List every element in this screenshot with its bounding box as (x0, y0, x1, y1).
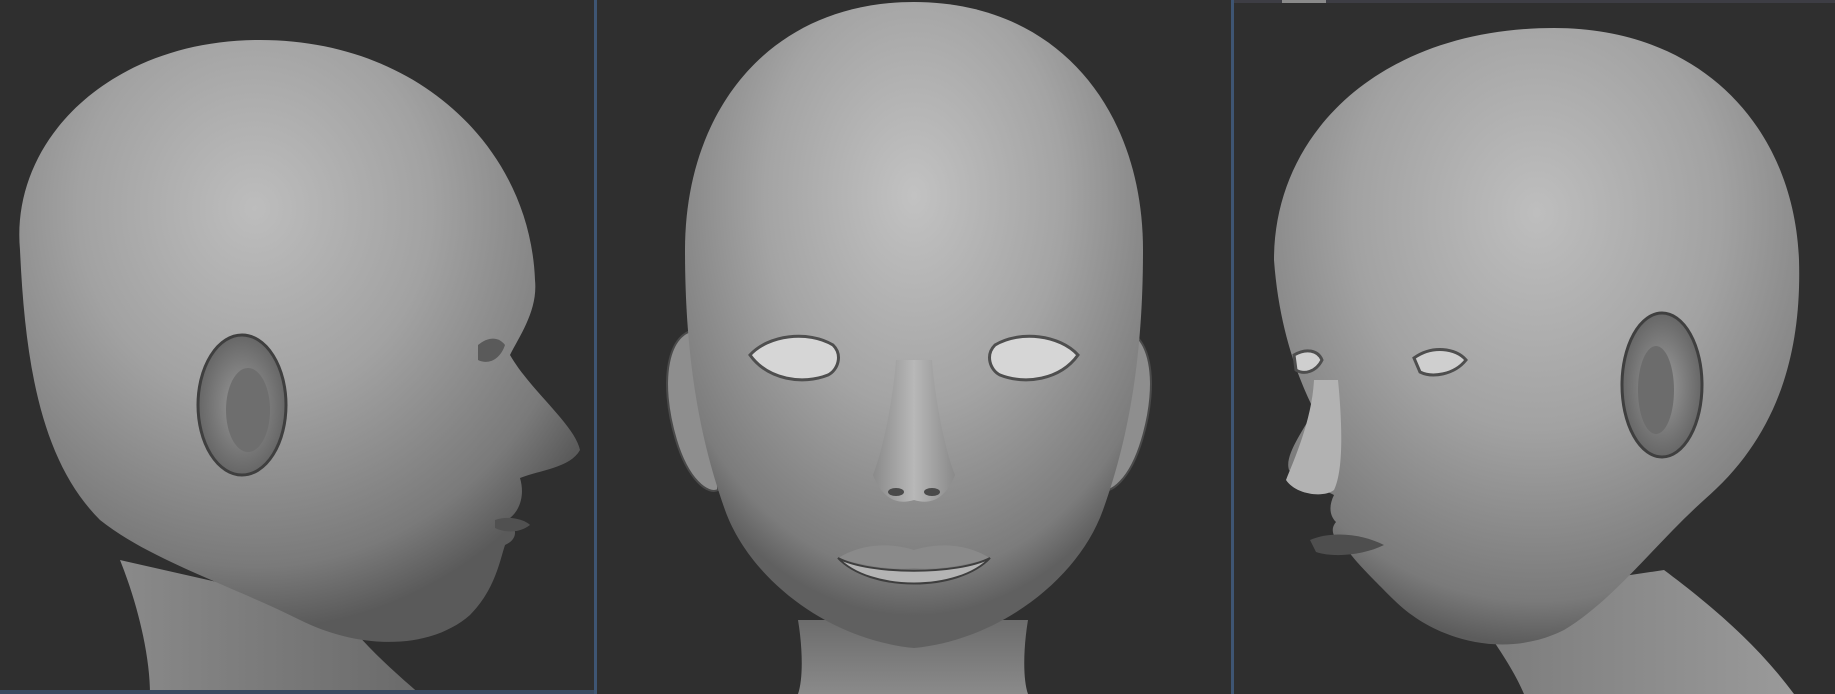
sculpt-canvas[interactable] (0, 0, 1835, 694)
viewport-three-quarter[interactable] (1234, 0, 1835, 694)
viewport-side-profile[interactable] (0, 0, 594, 694)
nose-shape (1286, 380, 1342, 495)
top-scroll-thumb[interactable] (1282, 0, 1326, 3)
nostril-right-shape (924, 488, 940, 496)
lips-shape (495, 517, 530, 532)
bottom-status-strip (0, 690, 594, 694)
head-three-quarter-render (1274, 28, 1800, 694)
viewport-divider[interactable] (594, 0, 597, 694)
head-front-render (666, 2, 1152, 694)
head-profile-render (19, 40, 580, 694)
ear-inner-shape (226, 368, 270, 452)
viewport-front[interactable] (598, 0, 1230, 694)
nostril-left-shape (888, 488, 904, 496)
ear-inner-shape (1638, 346, 1674, 434)
